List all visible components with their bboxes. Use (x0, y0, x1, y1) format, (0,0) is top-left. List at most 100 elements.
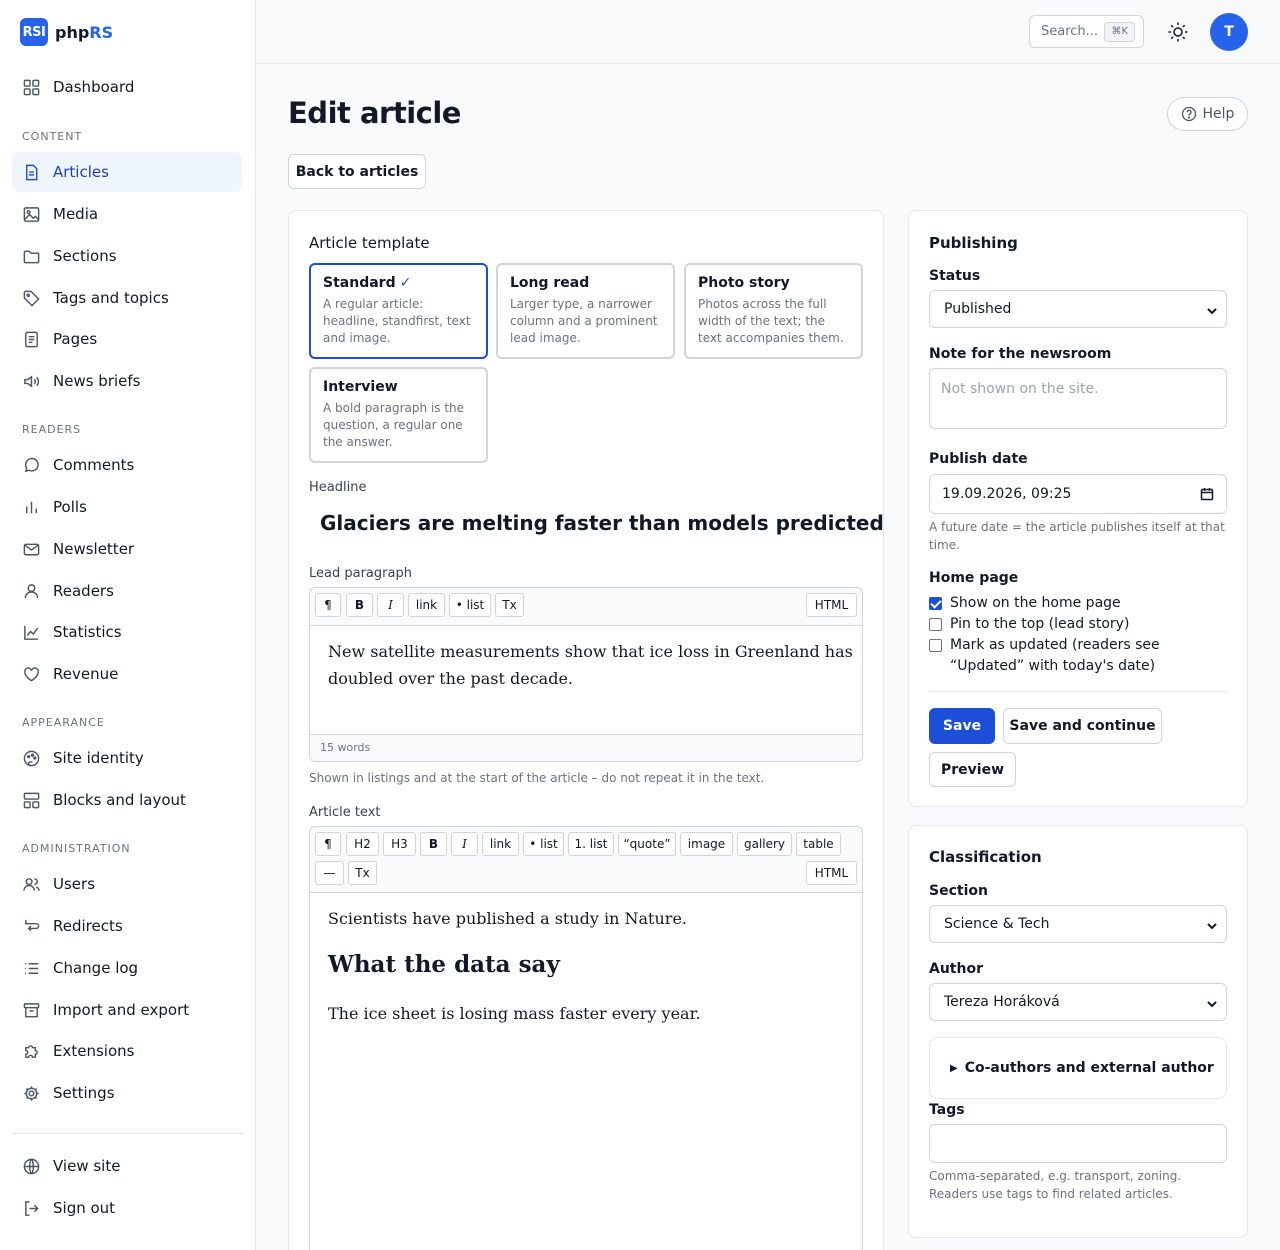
nav-revenue[interactable]: Revenue (12, 654, 242, 694)
section-select[interactable]: Science & Tech (929, 905, 1227, 943)
template-long-read[interactable]: Long read Larger type, a narrower column… (496, 263, 675, 359)
back-to-articles-button[interactable]: Back to articles (288, 154, 426, 189)
nav-newsletter[interactable]: Newsletter (12, 529, 242, 569)
lead-link-button[interactable]: link (408, 593, 445, 617)
lead-bold-button[interactable]: B (346, 593, 373, 617)
note-textarea[interactable]: Not shown on the site. (929, 368, 1227, 429)
avatar[interactable]: T (1210, 13, 1248, 51)
show-home-checkbox-row[interactable]: Show on the home page (929, 593, 1121, 614)
author-select[interactable]: Tereza Horáková (929, 983, 1227, 1021)
lead-clear-format-button[interactable]: Tx (495, 593, 524, 617)
sun-icon[interactable] (1166, 20, 1190, 44)
body-italic-button[interactable]: I (451, 832, 478, 856)
nav-readers[interactable]: Readers (12, 571, 242, 611)
body-paragraph-button[interactable]: ¶ (315, 832, 341, 856)
lead-html-button[interactable]: HTML (806, 593, 857, 617)
body-image-button[interactable]: image (680, 832, 733, 856)
pin-top-label: Pin to the top (lead story) (950, 616, 1130, 632)
nav-view-site[interactable]: View site (12, 1146, 242, 1186)
brand-logo[interactable]: RSI phpRS (20, 18, 113, 46)
nav-import-export[interactable]: Import and export (12, 990, 242, 1030)
nav-label: Statistics (53, 623, 122, 641)
nav-articles[interactable]: Articles (12, 152, 242, 192)
template-standard[interactable]: Standard ✓ A regular article: headline, s… (309, 263, 488, 359)
body-paragraph-2[interactable]: The ice sheet is losing mass faster ever… (328, 1004, 701, 1023)
nav-change-log[interactable]: Change log (12, 948, 242, 988)
search-button[interactable]: Search... ⌘K (1029, 15, 1144, 48)
lead-label: Lead paragraph (309, 566, 412, 581)
body-html-button[interactable]: HTML (806, 861, 857, 885)
body-bullet-list-button[interactable]: • list (523, 832, 564, 856)
nav-label: Users (53, 875, 96, 893)
mark-updated-checkbox-row[interactable]: Mark as updated (readers see “Updated” w… (929, 635, 1227, 677)
pin-top-checkbox[interactable] (929, 618, 942, 631)
nav-sign-out[interactable]: Sign out (12, 1188, 242, 1228)
nav-news-briefs[interactable]: News briefs (12, 361, 242, 401)
body-numbered-list-button[interactable]: 1. list (568, 832, 614, 856)
status-select[interactable]: Published (929, 290, 1227, 328)
show-home-checkbox[interactable] (929, 597, 942, 610)
lead-list-button[interactable]: • list (449, 593, 491, 617)
nav-group-administration: ADMINISTRATION (22, 842, 131, 855)
nav-label: Pages (53, 330, 98, 348)
lead-content[interactable]: New satellite measurements show that ice… (328, 638, 853, 692)
gear-icon (24, 1085, 39, 1101)
nav-blocks-layout[interactable]: Blocks and layout (12, 780, 242, 820)
template-title: Long read (510, 275, 590, 291)
body-h3-button[interactable]: H3 (383, 832, 416, 856)
body-link-button[interactable]: link (482, 832, 519, 856)
nav-label: Polls (53, 498, 87, 516)
template-interview[interactable]: Interview A bold paragraph is the questi… (309, 367, 488, 463)
nav-redirects[interactable]: Redirects (12, 906, 242, 946)
nav-settings[interactable]: Settings (12, 1073, 242, 1113)
nav-pages[interactable]: Pages (12, 319, 242, 359)
tags-hint: Comma-separated, e.g. transport, zoning.… (929, 1169, 1182, 1201)
logout-icon (25, 1200, 39, 1216)
nav-polls[interactable]: Polls (12, 487, 242, 527)
nav-dashboard[interactable]: Dashboard (12, 67, 242, 107)
nav-label: Sections (53, 247, 117, 265)
coauthors-label: Co-authors and external author (964, 1060, 1214, 1076)
lead-italic-button[interactable]: I (377, 593, 404, 617)
nav-tags[interactable]: Tags and topics (12, 278, 242, 318)
save-continue-button[interactable]: Save and continue (1003, 708, 1162, 744)
body-h2-button[interactable]: H2 (346, 832, 379, 856)
nav-label: Site identity (53, 749, 144, 767)
users-icon (23, 877, 40, 891)
body-bold-button[interactable]: B (420, 832, 447, 856)
nav-users[interactable]: Users (12, 864, 242, 904)
preview-button[interactable]: Preview (929, 752, 1016, 787)
tags-input[interactable] (929, 1124, 1227, 1163)
nav-statistics[interactable]: Statistics (12, 612, 242, 652)
lead-paragraph-button[interactable]: ¶ (315, 593, 341, 617)
globe-icon (23, 1158, 40, 1174)
body-table-button[interactable]: table (796, 832, 841, 856)
headline-input[interactable]: Glaciers are melting faster than models … (320, 511, 884, 535)
body-clear-format-button[interactable]: Tx (348, 861, 377, 885)
body-divider-button[interactable]: — (315, 861, 344, 885)
poll-icon (26, 501, 37, 513)
help-button[interactable]: Help (1167, 97, 1248, 131)
body-quote-button[interactable]: “quote” (618, 832, 676, 856)
mark-updated-checkbox[interactable] (929, 639, 942, 652)
body-paragraph-1[interactable]: Scientists have published a study in Nat… (328, 909, 687, 928)
comment-icon (24, 457, 39, 472)
pin-top-checkbox-row[interactable]: Pin to the top (lead story) (929, 614, 1129, 635)
body-heading-2[interactable]: What the data say (328, 951, 560, 978)
save-button[interactable]: Save (929, 708, 995, 744)
coauthors-disclosure[interactable]: ▶ Co-authors and external author (929, 1037, 1227, 1099)
nav-media[interactable]: Media (12, 194, 242, 234)
user-icon (24, 583, 39, 598)
body-gallery-button[interactable]: gallery (737, 832, 792, 856)
nav-label: Import and export (53, 1001, 190, 1019)
template-photo-story[interactable]: Photo story Photos across the full width… (684, 263, 863, 359)
nav-site-identity[interactable]: Site identity (12, 738, 242, 778)
nav-extensions[interactable]: Extensions (12, 1031, 242, 1071)
nav-sections[interactable]: Sections (12, 236, 242, 276)
nav-label: Media (53, 205, 99, 223)
nav-label: Newsletter (53, 540, 135, 558)
publish-date-input[interactable]: 19.09.2026, 09:25 (929, 474, 1227, 514)
layout-icon (23, 792, 40, 808)
nav-comments[interactable]: Comments (12, 445, 242, 485)
nav-label: Comments (53, 456, 135, 474)
